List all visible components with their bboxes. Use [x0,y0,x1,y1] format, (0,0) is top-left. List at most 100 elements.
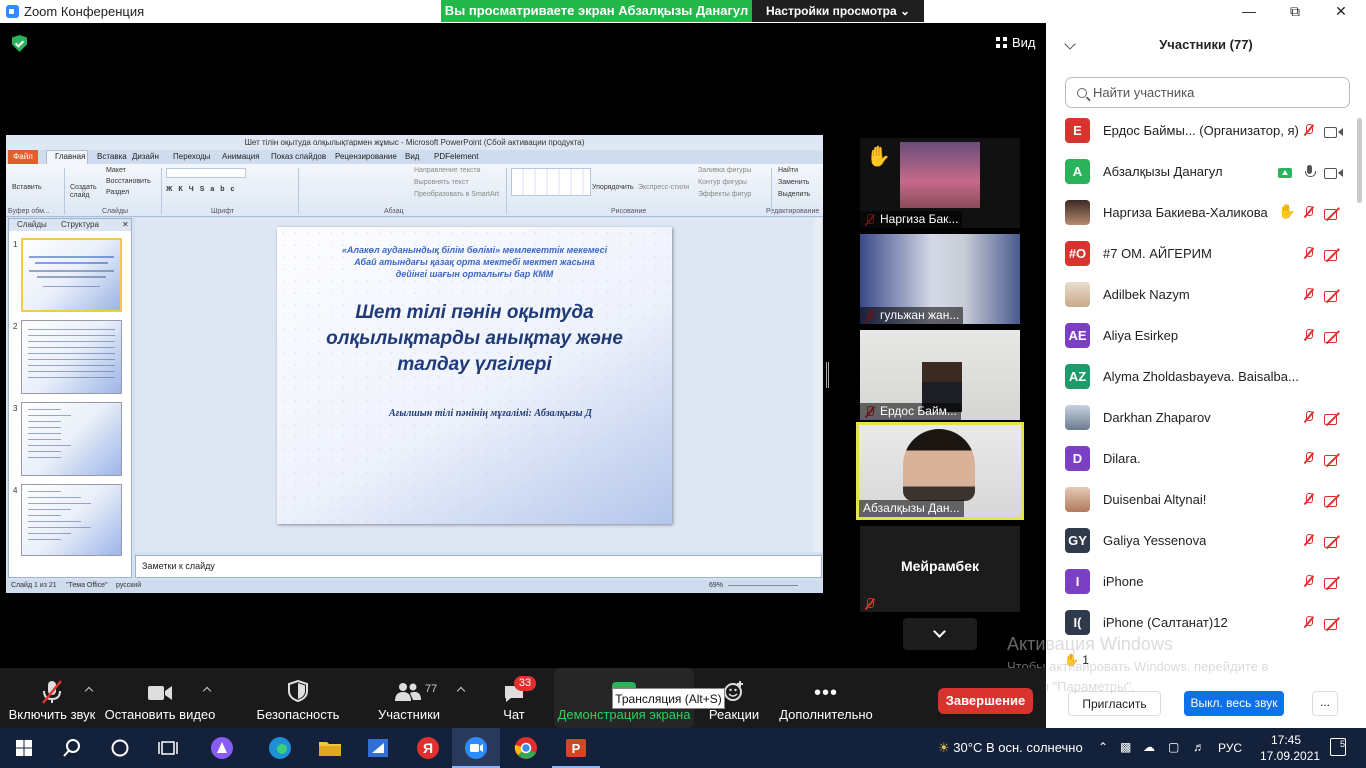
ppt-tab-transitions[interactable]: Переходы [173,152,211,161]
ppt-tab-design[interactable]: Дизайн [132,152,159,161]
participant-row[interactable]: Darkhan Zhaparov [1046,398,1356,439]
zoom-slider[interactable] [728,585,798,586]
font-name-field[interactable] [166,168,246,178]
video-tile-5[interactable]: Мейрамбек [860,526,1020,612]
stop-video-button[interactable]: Остановить видео [104,668,216,728]
video-off-icon[interactable] [1324,495,1344,507]
muted-mic-icon[interactable] [1303,206,1317,221]
view-button[interactable]: Вид [996,35,1036,50]
video-off-icon[interactable] [1324,577,1344,589]
convert-smartart-button[interactable]: Преобразовать в SmartArt [414,191,499,198]
search-participants-input[interactable]: Найти участника [1065,77,1350,108]
video-tile-active-speaker[interactable]: Абзалқызы Дан... [856,422,1024,520]
status-zoom-level[interactable]: 69% [709,582,723,589]
muted-mic-icon[interactable] [1303,534,1317,549]
participant-row[interactable]: Adilbek Nazym [1046,275,1356,316]
section-button[interactable]: Раздел [106,189,129,196]
end-meeting-button[interactable]: Завершение [938,688,1033,714]
paste-button[interactable]: Вставить [12,184,42,191]
participants-scrollbar[interactable] [1357,118,1362,203]
video-off-icon[interactable] [1324,208,1344,220]
shapes-gallery[interactable] [511,168,591,196]
notification-center-icon[interactable]: 5 [1330,738,1346,756]
replace-button[interactable]: Заменить [778,179,809,186]
raised-hands-indicator[interactable]: ✋ 1 [1064,653,1089,667]
participants-button[interactable]: 77 Участники [366,668,452,728]
video-off-icon[interactable] [1324,249,1344,261]
slide-thumbnail-1[interactable] [21,238,122,312]
windows-start-icon[interactable] [10,734,38,762]
slide-notes-field[interactable]: Заметки к слайду [135,555,822,578]
video-off-icon[interactable] [1324,618,1344,630]
weather-widget[interactable]: ☀ 30°C В осн. солнечно [938,740,1083,756]
security-button[interactable]: Безопасность [250,668,346,728]
slide-organization-text[interactable]: «Алакөл ауданындық білім бөлімі» мемлеке… [297,244,652,280]
more-button[interactable]: ••• Дополнительно [774,668,878,728]
ppt-tab-insert[interactable]: Вставка [97,152,127,161]
video-off-icon[interactable] [1324,290,1344,302]
new-slide-button[interactable]: Создать слайд [70,184,97,200]
split-resize-handle[interactable] [826,362,829,388]
muted-mic-icon[interactable] [1303,288,1317,303]
cortana-icon[interactable] [106,734,134,762]
chrome-browser-icon[interactable] [512,734,540,762]
muted-mic-icon[interactable] [1303,329,1317,344]
shape-fill-button[interactable]: Заливка фигуры [698,167,751,174]
quick-styles-button[interactable]: Экспресс-стили [638,184,689,191]
shape-effects-button[interactable]: Эффекты фигур [698,191,751,198]
volume-icon[interactable]: ♬ [1193,740,1205,754]
ppt-tab-animations[interactable]: Анимация [222,152,260,161]
font-format-buttons[interactable]: ЖКЧSabc [166,186,240,193]
tray-expand-icon[interactable]: ⌃ [1098,740,1108,754]
video-off-icon[interactable] [1324,454,1344,466]
edge-browser-icon[interactable] [266,734,294,762]
participant-row[interactable]: Duisenbai Altynai! [1046,480,1356,521]
current-slide[interactable]: «Алакөл ауданындық білім бөлімі» мемлеке… [277,227,672,524]
document-app-icon[interactable] [364,734,392,762]
battery-icon[interactable]: ▢ [1168,740,1179,754]
search-icon[interactable] [58,734,86,762]
maximize-button[interactable]: ⧉ [1280,2,1310,20]
video-camera-icon[interactable] [1324,167,1344,179]
invite-button[interactable]: Пригласить [1068,691,1161,716]
slide-title[interactable]: Шет тілі пәнін оқытуда олқылықтарды анық… [297,300,652,378]
network-icon[interactable]: ▩ [1120,740,1131,754]
muted-mic-icon[interactable] [1303,575,1317,590]
view-options-dropdown[interactable]: Настройки просмотра ⌄ [752,0,924,22]
ppt-tab-home-active[interactable]: Главная [55,152,85,161]
reset-button[interactable]: Восстановить [106,178,151,185]
sync-icon[interactable]: ☁ [1143,740,1155,754]
muted-mic-icon[interactable] [1303,452,1317,467]
ppt-tab-slideshow[interactable]: Показ слайдов [271,152,326,161]
participant-row[interactable]: AE Aliya Esirkep [1046,316,1356,357]
muted-mic-icon[interactable] [1303,247,1317,262]
chat-button[interactable]: 33 Чат [486,668,542,728]
file-explorer-icon[interactable] [316,734,344,762]
video-off-icon[interactable] [1324,331,1344,343]
gallery-scroll-down-button[interactable] [903,618,977,650]
minimize-button[interactable]: — [1234,2,1264,20]
text-direction-button[interactable]: Направление текста [414,167,480,174]
participant-row[interactable]: #O #7 ОМ. АЙГЕРИМ [1046,234,1356,275]
arrange-button[interactable]: Упорядочить [592,184,634,191]
participant-row[interactable]: AZ Alyma Zholdasbayeva. Baisalba... [1046,357,1356,398]
video-off-icon[interactable] [1324,536,1344,548]
participant-row[interactable]: Наргиза Бакиева-Халикова ✋ [1046,193,1356,234]
ppt-tab-view[interactable]: Вид [405,152,419,161]
tab-outline[interactable]: Структура [61,220,99,229]
find-button[interactable]: Найти [778,167,798,174]
muted-mic-icon[interactable] [1303,124,1317,139]
participant-row[interactable]: GY Galiya Yessenova [1046,521,1356,562]
video-tile-2[interactable]: гульжан жан... [860,234,1020,324]
clock[interactable]: 17:45 17.09.2021 [1260,732,1320,764]
participants-caret-icon[interactable] [456,686,466,696]
video-camera-icon[interactable] [1324,126,1344,138]
align-text-button[interactable]: Выровнять текст [414,179,469,186]
mute-all-button[interactable]: Выкл. весь звук [1184,691,1284,716]
close-button[interactable]: ✕ [1326,2,1356,20]
more-options-button[interactable]: ... [1312,691,1338,716]
ppt-file-tab[interactable]: Файл [8,150,38,164]
participant-row[interactable]: A Абзалқызы Данагул [1046,152,1356,193]
ppt-tab-pdfelement[interactable]: PDFelement [434,152,478,161]
powerpoint-taskbar-button[interactable]: P [552,728,600,768]
